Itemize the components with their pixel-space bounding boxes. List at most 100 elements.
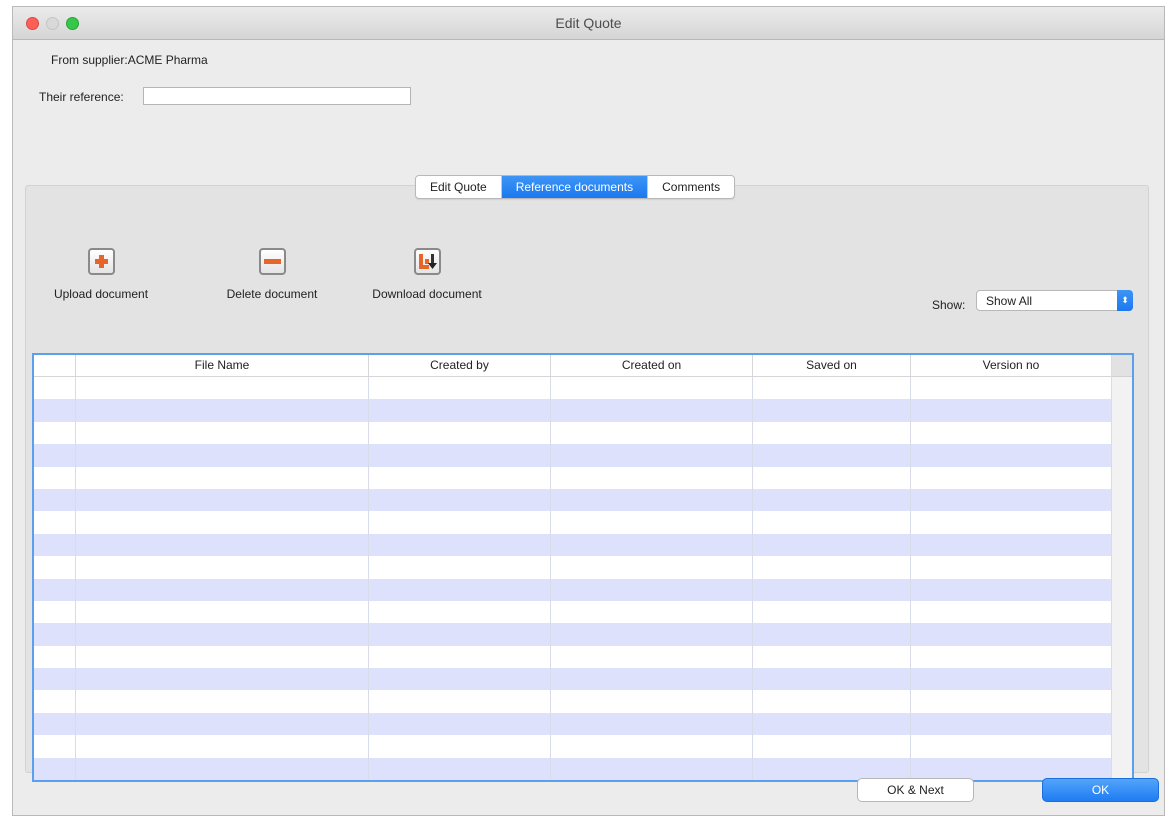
- table-cell: [911, 735, 1112, 758]
- documents-table[interactable]: File Name Created by Created on Saved on…: [32, 353, 1134, 782]
- table-row[interactable]: [34, 444, 1112, 467]
- table-cell: [34, 623, 76, 646]
- table-row[interactable]: [34, 399, 1112, 422]
- table-cell: [76, 556, 369, 579]
- table-row[interactable]: [34, 623, 1112, 646]
- table-cell: [753, 757, 911, 780]
- table-cell: [34, 556, 76, 579]
- delete-document-tool[interactable]: Delete document: [212, 248, 332, 301]
- ok-and-next-button[interactable]: OK & Next: [857, 778, 974, 802]
- table-cell: [34, 600, 76, 624]
- table-row[interactable]: [34, 668, 1112, 691]
- table-cell: [753, 600, 911, 624]
- edit-quote-window: Edit Quote From supplier:ACME Pharma The…: [12, 6, 1165, 816]
- table-cell: [369, 578, 551, 601]
- table-cell: [551, 399, 753, 422]
- table-row[interactable]: [34, 757, 1112, 780]
- table-body: [34, 377, 1112, 780]
- table-cell: [34, 488, 76, 512]
- table-cell: [753, 399, 911, 422]
- table-cell: [911, 690, 1112, 713]
- table-cell: [911, 578, 1112, 601]
- column-header-file-name[interactable]: File Name: [76, 355, 369, 376]
- table-cell: [369, 757, 551, 780]
- table-row[interactable]: [34, 578, 1112, 601]
- table-cell: [34, 668, 76, 691]
- table-cell: [369, 623, 551, 646]
- column-header-created-on[interactable]: Created on: [551, 355, 753, 376]
- table-cell: [76, 578, 369, 601]
- table-row[interactable]: [34, 377, 1112, 400]
- delete-document-label: Delete document: [226, 287, 318, 301]
- table-cell: [369, 444, 551, 467]
- show-filter-select[interactable]: Show All ⬍: [976, 290, 1133, 311]
- table-cell: [911, 668, 1112, 691]
- table-cell: [369, 712, 551, 736]
- chevron-updown-icon: ⬍: [1117, 290, 1133, 311]
- column-header-select[interactable]: [34, 355, 76, 376]
- table-cell: [911, 399, 1112, 422]
- download-document-button[interactable]: [413, 248, 441, 275]
- table-cell: [76, 757, 369, 780]
- table-row[interactable]: [34, 533, 1112, 557]
- table-cell: [911, 623, 1112, 646]
- table-cell: [551, 578, 753, 601]
- table-cell: [753, 533, 911, 557]
- table-cell: [76, 735, 369, 758]
- vertical-scrollbar[interactable]: [1111, 355, 1132, 780]
- table-cell: [911, 533, 1112, 557]
- table-cell: [911, 757, 1112, 780]
- table-row[interactable]: [34, 421, 1112, 445]
- table-row[interactable]: [34, 712, 1112, 736]
- delete-document-button[interactable]: [258, 248, 286, 275]
- reference-label: Their reference:: [39, 90, 124, 104]
- upload-document-button[interactable]: [87, 248, 115, 275]
- table-row[interactable]: [34, 556, 1112, 579]
- table-cell: [551, 668, 753, 691]
- tab-edit-quote[interactable]: Edit Quote: [416, 176, 502, 198]
- show-filter-value: Show All: [986, 294, 1033, 308]
- table-row[interactable]: [34, 645, 1112, 669]
- table-cell: [369, 645, 551, 669]
- column-header-created-by[interactable]: Created by: [369, 355, 551, 376]
- table-cell: [76, 511, 369, 534]
- minus-icon: [263, 259, 281, 264]
- tab-comments[interactable]: Comments: [648, 176, 734, 198]
- table-row[interactable]: [34, 600, 1112, 624]
- table-cell: [34, 421, 76, 445]
- table-row[interactable]: [34, 511, 1112, 534]
- table-cell: [76, 377, 369, 400]
- table-row[interactable]: [34, 735, 1112, 758]
- table-cell: [911, 421, 1112, 445]
- table-cell: [369, 488, 551, 512]
- table-cell: [911, 511, 1112, 534]
- supplier-value: ACME Pharma: [127, 53, 208, 67]
- plus-icon-vertical: [98, 255, 104, 268]
- table-row[interactable]: [34, 466, 1112, 489]
- table-cell: [551, 488, 753, 512]
- column-header-saved-on[interactable]: Saved on: [753, 355, 911, 376]
- table-cell: [34, 735, 76, 758]
- tab-reference-documents[interactable]: Reference documents: [501, 176, 649, 198]
- table-cell: [753, 466, 911, 489]
- table-cell: [76, 623, 369, 646]
- table-cell: [753, 377, 911, 400]
- table-cell: [753, 511, 911, 534]
- table-cell: [76, 645, 369, 669]
- table-row[interactable]: [34, 690, 1112, 713]
- table-cell: [76, 466, 369, 489]
- table-cell: [34, 578, 76, 601]
- table-row[interactable]: [34, 488, 1112, 512]
- their-reference-input[interactable]: [143, 87, 411, 105]
- show-filter-label: Show:: [932, 298, 966, 312]
- table-cell: [551, 556, 753, 579]
- table-cell: [551, 466, 753, 489]
- upload-document-tool[interactable]: Upload document: [41, 248, 161, 301]
- table-cell: [34, 444, 76, 467]
- download-document-tool[interactable]: Download document: [362, 248, 492, 301]
- column-header-version-no[interactable]: Version no: [911, 355, 1112, 376]
- table-cell: [551, 600, 753, 624]
- table-cell: [911, 556, 1112, 579]
- download-document-label: Download document: [372, 287, 482, 301]
- ok-button[interactable]: OK: [1042, 778, 1159, 802]
